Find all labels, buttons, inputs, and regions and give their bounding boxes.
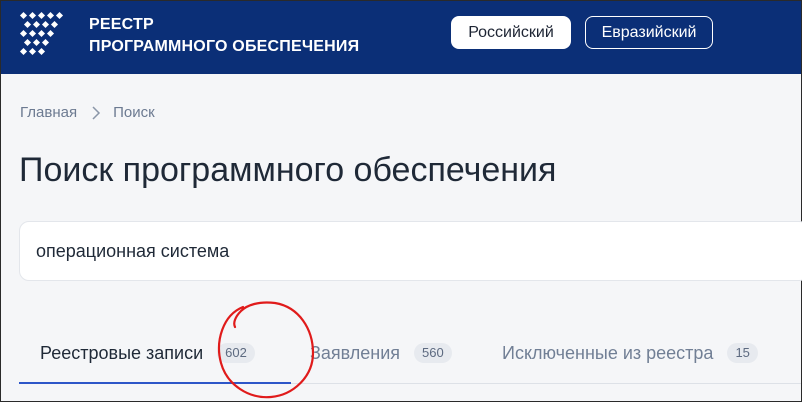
page-title: Поиск программного обеспечения: [19, 151, 557, 189]
logo-line-1: РЕЕСТР: [89, 16, 154, 33]
tab-label: Заявления: [310, 342, 401, 363]
active-tab-underline: [19, 382, 291, 384]
breadcrumb-home-link[interactable]: Главная: [20, 104, 77, 121]
chevron-right-icon: [92, 105, 101, 120]
tab-label: Реестровые записи: [40, 342, 204, 363]
results-tabs: Реестровые записи 602 Заявления 560 Искл…: [19, 323, 801, 384]
site-logo-text[interactable]: РЕЕСТР ПРОГРАММНОГО ОБЕСПЕЧЕНИЯ: [89, 14, 359, 58]
diamond-grid-icon[interactable]: [19, 11, 65, 57]
logo-line-2: ПРОГРАММНОГО ОБЕСПЕЧЕНИЯ: [89, 38, 360, 55]
search-input[interactable]: [19, 221, 802, 281]
tab-count-badge: 560: [414, 343, 452, 363]
top-header: РЕЕСТР ПРОГРАММНОГО ОБЕСПЕЧЕНИЯ Российск…: [1, 1, 801, 74]
tab-count-badge: 15: [727, 343, 758, 363]
tab-count-badge: 602: [217, 343, 255, 363]
tab-excluded[interactable]: Исключенные из реестра 15: [502, 323, 758, 383]
russian-registry-button[interactable]: Российский: [451, 16, 571, 49]
breadcrumb-current: Поиск: [113, 104, 155, 121]
tab-label: Исключенные из реестра: [502, 342, 714, 363]
breadcrumb: Главная Поиск: [20, 104, 155, 121]
tab-registry-records[interactable]: Реестровые записи 602: [19, 323, 291, 384]
eurasian-registry-button[interactable]: Евразийский: [585, 16, 713, 49]
tab-applications[interactable]: Заявления 560: [310, 323, 452, 383]
